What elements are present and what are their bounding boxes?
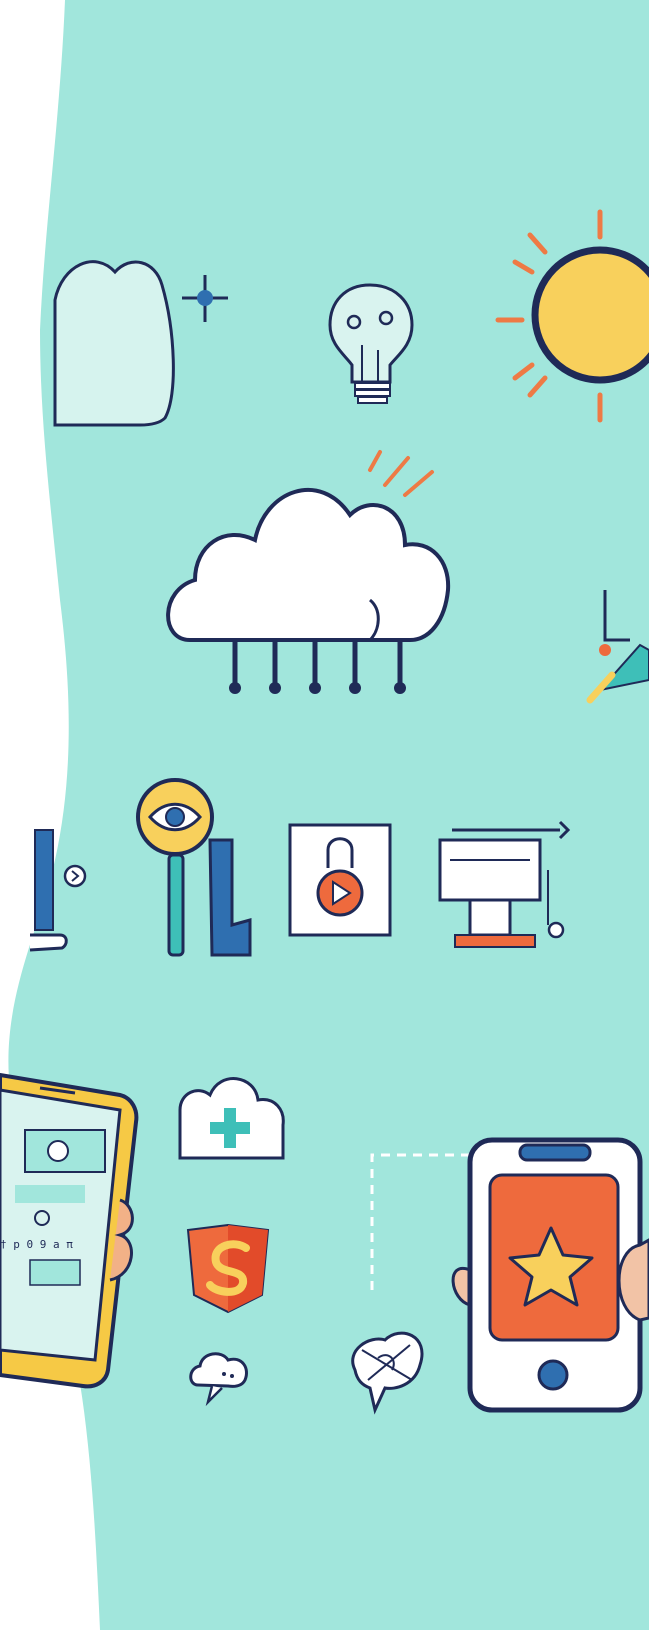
shield-s-icon [186,1223,270,1314]
lock-play-icon [288,823,392,937]
cloud-small-icon [53,260,175,427]
phone-left-screen-text: † p 0 9 a π [0,1238,73,1251]
illustration-canvas: † p 0 9 a π [0,0,649,1630]
phone-right-star-icon [451,1137,649,1413]
